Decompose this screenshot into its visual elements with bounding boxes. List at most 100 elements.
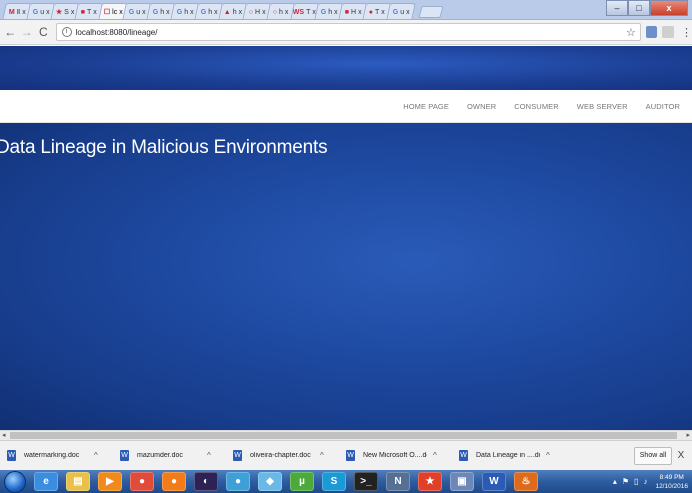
globe-icon[interactable]: ●: [226, 472, 250, 491]
tab-close-icon[interactable]: x: [22, 9, 26, 16]
taskbar-glyph: ★: [425, 476, 435, 487]
start-button[interactable]: [4, 470, 26, 493]
clock-date: 12/10/2016: [655, 482, 688, 490]
tab-favicon: ■: [344, 8, 349, 16]
tab-favicon: G: [200, 8, 206, 16]
close-download-bar-icon[interactable]: X: [672, 450, 690, 461]
eclipse-icon[interactable]: ◐: [194, 472, 218, 491]
tab-close-icon[interactable]: x: [381, 9, 385, 16]
paint-icon[interactable]: ▣: [450, 472, 474, 491]
address-text[interactable]: localhost:8080/lineage/: [76, 28, 158, 37]
tab-close-icon[interactable]: x: [71, 9, 75, 16]
download-options-icon[interactable]: ^: [433, 451, 437, 460]
java-icon[interactable]: ♨: [514, 472, 538, 491]
tab-close-icon[interactable]: x: [46, 9, 50, 16]
tab-label: ■ Hx: [344, 9, 361, 16]
taskbar-glyph: ◆: [266, 476, 274, 487]
word-doc-icon: W: [346, 450, 355, 461]
download-filename: New Microsoft O....docx: [363, 452, 427, 459]
tab-favicon: G: [176, 8, 182, 16]
download-options-icon[interactable]: ^: [320, 451, 324, 460]
show-hidden-icons[interactable]: ▴: [613, 477, 617, 486]
taskbar-glyph: ♨: [521, 476, 531, 487]
nav-link-auditor[interactable]: AUDITOR: [646, 102, 680, 111]
text-editor-icon[interactable]: N: [386, 472, 410, 491]
scrollbar-thumb[interactable]: [10, 432, 677, 439]
windows-taskbar: e ▤ ▶ ● ● ◐ ● ◆ µ S >_ N ★ ▣ W ♨ ▴ ⚑ ▯ ♪ 8:49 PM 12/10/…: [0, 470, 692, 493]
minimize-button[interactable]: ‒: [606, 0, 628, 16]
taskbar-glyph: ●: [234, 476, 242, 487]
ie-icon[interactable]: e: [34, 472, 58, 491]
tab-close-icon[interactable]: x: [285, 9, 289, 16]
reload-icon[interactable]: C: [37, 25, 50, 39]
tab-favicon: G: [32, 8, 38, 16]
download-options-icon[interactable]: ^: [546, 451, 550, 460]
utorrent-icon[interactable]: µ: [290, 472, 314, 491]
back-icon[interactable]: ←: [4, 25, 17, 39]
horizontal-scrollbar[interactable]: ◂ ▸: [0, 430, 692, 440]
star-app-icon[interactable]: ★: [418, 472, 442, 491]
download-options-icon[interactable]: ^: [94, 451, 98, 460]
taskbar-glyph: ▣: [457, 476, 467, 487]
extension-icon[interactable]: [645, 26, 658, 38]
media-player-icon[interactable]: ▶: [98, 472, 122, 491]
download-item[interactable]: Wwatermarking.doc ^: [0, 450, 113, 461]
download-options-icon[interactable]: ^: [207, 451, 211, 460]
show-all-button[interactable]: Show all: [634, 446, 672, 465]
taskbar-glyph: W: [489, 476, 499, 487]
app-icon[interactable]: ◆: [258, 472, 282, 491]
tab-close-icon[interactable]: x: [334, 9, 338, 16]
firefox-icon[interactable]: ●: [162, 472, 186, 491]
taskbar-glyph: >_: [360, 476, 372, 487]
browser-tab[interactable]: Gux: [386, 3, 416, 19]
download-item[interactable]: Wmazumder.doc ^: [113, 450, 226, 461]
cmd-icon[interactable]: >_: [354, 472, 378, 491]
folder-icon[interactable]: ▤: [66, 472, 90, 491]
volume-icon[interactable]: ♪: [643, 477, 647, 486]
tab-title: H: [350, 8, 356, 16]
tab-close-icon[interactable]: x: [214, 9, 218, 16]
forward-icon[interactable]: →: [21, 25, 34, 39]
page-title: Data Lineage in Malicious Environments: [0, 137, 328, 158]
taskbar-glyph: ▤: [73, 476, 83, 487]
download-item[interactable]: Woliveira-chapter.doc ^: [226, 450, 339, 461]
nav-link-consumer[interactable]: CONSUMER: [514, 102, 559, 111]
address-bar[interactable]: i localhost:8080/lineage/ ☆: [55, 23, 641, 41]
tab-favicon: ○: [273, 8, 278, 16]
tab-title: Ⅱ: [16, 9, 20, 16]
scroll-left-icon[interactable]: ◂: [2, 431, 6, 439]
bookmark-star-icon[interactable]: ☆: [626, 26, 636, 39]
close-window-button[interactable]: x: [650, 0, 688, 16]
flag-icon[interactable]: ⚑: [622, 477, 629, 486]
tab-close-icon[interactable]: x: [119, 9, 123, 16]
network-icon[interactable]: ▯: [634, 477, 638, 486]
tab-close-icon[interactable]: x: [239, 9, 243, 16]
tab-title: u: [399, 8, 404, 16]
new-tab-button[interactable]: [418, 6, 444, 18]
nav-link-owner[interactable]: OWNER: [467, 102, 496, 111]
skype-icon[interactable]: S: [322, 472, 346, 491]
clock[interactable]: 8:49 PM 12/10/2016: [655, 473, 688, 491]
maximize-button[interactable]: □: [628, 0, 650, 16]
site-info-icon[interactable]: i: [61, 27, 72, 37]
download-item[interactable]: W New Microsoft O....docx ^: [339, 450, 452, 461]
chrome-icon[interactable]: ●: [130, 472, 154, 491]
tab-label: Gux: [32, 9, 49, 16]
tab-close-icon[interactable]: x: [93, 9, 97, 16]
nav-link-web-server[interactable]: WEB SERVER: [577, 102, 628, 111]
extension-icon-2[interactable]: [662, 26, 674, 38]
taskbar-apps: e ▤ ▶ ● ● ◐ ● ◆ µ S >_ N ★ ▣ W ♨: [26, 472, 538, 491]
tab-close-icon[interactable]: x: [262, 9, 266, 16]
browser-menu-icon[interactable]: ⋮: [681, 26, 692, 39]
tab-close-icon[interactable]: x: [190, 9, 194, 16]
word-icon[interactable]: W: [482, 472, 506, 491]
tab-title: h: [183, 8, 188, 16]
nav-link-home-page[interactable]: HOME PAGE: [403, 102, 449, 111]
web-page: HOME PAGE OWNER CONSUMER WEB SERVER AUDITOR …: [0, 46, 692, 430]
download-item[interactable]: W Data Lineage in ....docx ^: [452, 450, 565, 461]
tab-close-icon[interactable]: x: [166, 9, 170, 16]
scroll-right-icon[interactable]: ▸: [686, 431, 690, 439]
tab-close-icon[interactable]: x: [358, 9, 362, 16]
tab-close-icon[interactable]: x: [142, 9, 146, 16]
tab-close-icon[interactable]: x: [406, 9, 410, 16]
